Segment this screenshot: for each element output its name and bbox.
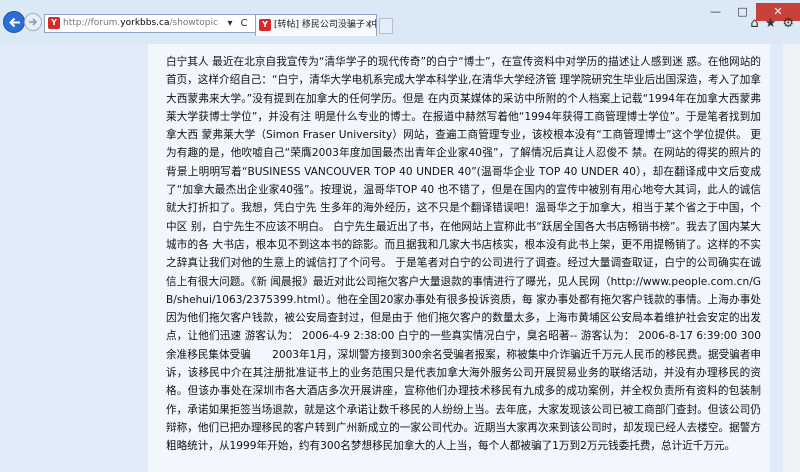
post-text: 白宁其人 最近在北京自我宣传为“清华学子的现代传奇”的白宁“博士”，在宣传资料中… [166,56,761,453]
page-viewport: 白宁其人 最近在北京自我宣传为“清华学子的现代传奇”的白宁“博士”，在宣传资料中… [0,44,800,472]
tab-favicon-icon: Y [259,18,271,31]
home-icon[interactable]: ⌂ [750,16,758,31]
address-host: yorkbbs.ca [120,18,170,28]
dropdown-icon[interactable]: ▾ [223,15,237,32]
address-bar[interactable]: Yhttp://forum.yorkbbs.ca/showtopic-56514… [44,14,244,33]
back-button[interactable] [3,11,25,33]
vertical-scrollbar[interactable] [783,44,800,472]
forum-post-body: 白宁其人 最近在北京自我宣传为“清华学子的现代传奇”的白宁“博士”，在宣传资料中… [148,44,770,472]
tab-title: [转帖] 移民公司没骗子 (中... [274,20,376,30]
address-prefix: http://forum. [63,18,121,28]
arrow-right-icon [29,18,38,26]
arrow-left-icon [9,17,20,28]
tab-close-icon[interactable]: × [365,15,373,35]
browser-toolbar: Yhttp://forum.yorkbbs.ca/showtopic-56514… [0,0,800,44]
toolbar-icons: ⌂ ★ ⚙ [744,16,794,31]
address-tools: ▾ C [219,14,255,33]
forward-button[interactable] [24,13,42,31]
minimize-button[interactable]: — [702,3,729,21]
new-tab-button[interactable] [379,18,393,34]
site-favicon-icon: Y [48,16,60,29]
gear-icon[interactable]: ⚙ [782,16,794,31]
favorites-star-icon[interactable]: ★ [765,16,777,31]
tab-active[interactable]: Y[转帖] 移民公司没骗子 (中... × [255,14,377,36]
refresh-icon[interactable]: C [237,15,251,32]
